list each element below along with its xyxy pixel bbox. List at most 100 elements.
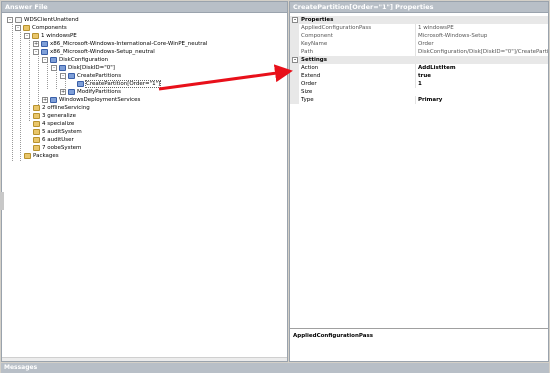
component-icon (41, 48, 48, 55)
property-name: Extend (301, 73, 321, 79)
messages-header[interactable]: Messages (1, 363, 549, 373)
property-name: AppliedConfigurationPass (301, 25, 372, 31)
tree-item-label: CreatePartition[Order="1"] (84, 80, 162, 88)
tree-item-label: WindowsDeploymentServices (59, 97, 141, 103)
property-name: Component (301, 33, 333, 39)
property-name: KeyName (301, 41, 328, 47)
property-row[interactable]: AppliedConfigurationPass 1 windowsPE (290, 24, 548, 32)
tree-item-label: 6 auditUser (42, 137, 74, 143)
collapse-icon[interactable]: - (51, 64, 57, 71)
setting-row-action[interactable]: Action AddListItem (290, 64, 548, 72)
tree-item-audit-user[interactable]: 6 auditUser (33, 136, 74, 144)
tree-item-label: Components (32, 25, 67, 31)
tree-item-disk-configuration[interactable]: - DiskConfiguration (42, 56, 108, 64)
component-icon (77, 80, 84, 87)
answer-file-pane: Answer File - WDSClientUnattend - Componen… (0, 1, 288, 362)
property-name: Action (301, 65, 319, 71)
collapse-icon[interactable]: - (60, 72, 66, 79)
tree-item-generalize[interactable]: 3 generalize (33, 112, 76, 120)
tree-item-label: 4 specialize (42, 121, 75, 127)
property-name: Order (301, 81, 317, 87)
component-icon (68, 72, 75, 79)
property-row[interactable]: KeyName Order (290, 40, 548, 48)
expand-icon[interactable]: + (33, 40, 39, 47)
category-label: Settings (301, 57, 327, 63)
component-icon (50, 96, 57, 103)
tree-item-root[interactable]: - WDSClientUnattend (7, 16, 79, 24)
folder-icon (33, 104, 40, 111)
tree-item-label: WDSClientUnattend (24, 17, 79, 23)
tree-item-label: Disk[DiskID="0"] (68, 65, 115, 71)
folder-icon (33, 112, 40, 119)
tree-item-label: x86_Microsoft-Windows-International-Core… (50, 41, 208, 47)
tree-item-create-partitions[interactable]: - CreatePartitions (60, 72, 121, 80)
tree-item-label: CreatePartitions (77, 73, 122, 79)
splitter-grip[interactable] (0, 192, 4, 210)
folder-icon (33, 136, 40, 143)
property-value[interactable]: 1 (415, 80, 548, 88)
setting-row-extend[interactable]: Extend true (290, 72, 548, 80)
tree-item-components[interactable]: - Components (15, 24, 67, 32)
expand-icon[interactable]: + (60, 88, 66, 95)
property-value: DiskConfiguration/Disk[DiskID="0"]/Creat… (415, 48, 548, 56)
property-value[interactable]: AddListItem (415, 64, 548, 72)
collapse-icon[interactable]: - (15, 24, 21, 31)
tree-item-label: 7 oobeSystem (42, 145, 82, 151)
category-settings[interactable]: - Settings (290, 56, 548, 64)
tree-item-specialize[interactable]: 4 specialize (33, 120, 74, 128)
tree-item-label: 1 windowsPE (41, 33, 77, 39)
property-name: Path (301, 49, 314, 55)
tree-item-offline-servicing[interactable]: 2 offlineServicing (33, 104, 90, 112)
collapse-icon[interactable]: - (292, 17, 298, 23)
tree-item-wds[interactable]: + WindowsDeploymentServices (42, 96, 140, 104)
setting-row-type[interactable]: Type Primary (290, 96, 548, 104)
tree-item-label: 3 generalize (42, 113, 76, 119)
property-value: 1 windowsPE (415, 24, 548, 32)
horizontal-scrollbar[interactable] (2, 357, 287, 361)
property-value: Microsoft-Windows-Setup (415, 32, 548, 40)
tree-item-label: 2 offlineServicing (42, 105, 90, 111)
property-row[interactable]: Component Microsoft-Windows-Setup (290, 32, 548, 40)
collapse-icon[interactable]: - (24, 32, 30, 39)
category-properties[interactable]: - Properties (290, 16, 548, 24)
tree-item-label: x86_Microsoft-Windows-Setup_neutral (50, 49, 155, 55)
folder-icon (33, 144, 40, 151)
component-icon (68, 88, 75, 95)
tree-item-create-partition-1[interactable]: CreatePartition[Order="1"] (77, 80, 162, 88)
folder-icon (33, 120, 40, 127)
tree-item-label: DiskConfiguration (59, 57, 109, 63)
component-icon (50, 56, 57, 63)
collapse-icon[interactable]: - (292, 57, 298, 63)
tree-item-windows-setup[interactable]: - x86_Microsoft-Windows-Setup_neutral (33, 48, 155, 56)
folder-icon (23, 24, 30, 31)
expand-icon[interactable]: + (42, 96, 48, 103)
tree-item-modify-partitions[interactable]: + ModifyPartitions (60, 88, 121, 96)
setting-row-order[interactable]: Order 1 (290, 80, 548, 88)
tree-item-label: Packages (33, 153, 59, 159)
folder-icon (32, 32, 39, 39)
component-icon (41, 40, 48, 47)
setting-row-size[interactable]: Size (290, 88, 548, 96)
property-value: Order (415, 40, 548, 48)
collapse-icon[interactable]: - (33, 48, 39, 55)
tree-item-oobe-system[interactable]: 7 oobeSystem (33, 144, 81, 152)
property-name: Size (301, 89, 313, 95)
property-row[interactable]: Path DiskConfiguration/Disk[DiskID="0"]/… (290, 48, 548, 56)
folder-icon (24, 152, 31, 159)
category-label: Properties (301, 17, 334, 23)
tree-item-international-core[interactable]: + x86_Microsoft-Windows-International-Cor… (33, 40, 207, 48)
component-icon (59, 64, 66, 71)
properties-header: CreatePartition[Order="1"] Properties (290, 2, 548, 13)
tree-item-label: 5 auditSystem (42, 129, 82, 135)
property-name: Type (301, 97, 314, 103)
collapse-icon[interactable]: - (42, 56, 48, 63)
answer-file-header: Answer File (2, 2, 287, 13)
tree-item-audit-system[interactable]: 5 auditSystem (33, 128, 82, 136)
tree-item-packages[interactable]: Packages (24, 152, 59, 160)
collapse-icon[interactable]: - (7, 16, 13, 23)
tree-item-disk[interactable]: - Disk[DiskID="0"] (51, 64, 115, 72)
tree-item-windowspe[interactable]: - 1 windowsPE (24, 32, 77, 40)
property-value[interactable]: true (415, 72, 548, 80)
property-value[interactable]: Primary (415, 96, 548, 104)
properties-pane: CreatePartition[Order="1"] Properties - … (289, 1, 549, 362)
